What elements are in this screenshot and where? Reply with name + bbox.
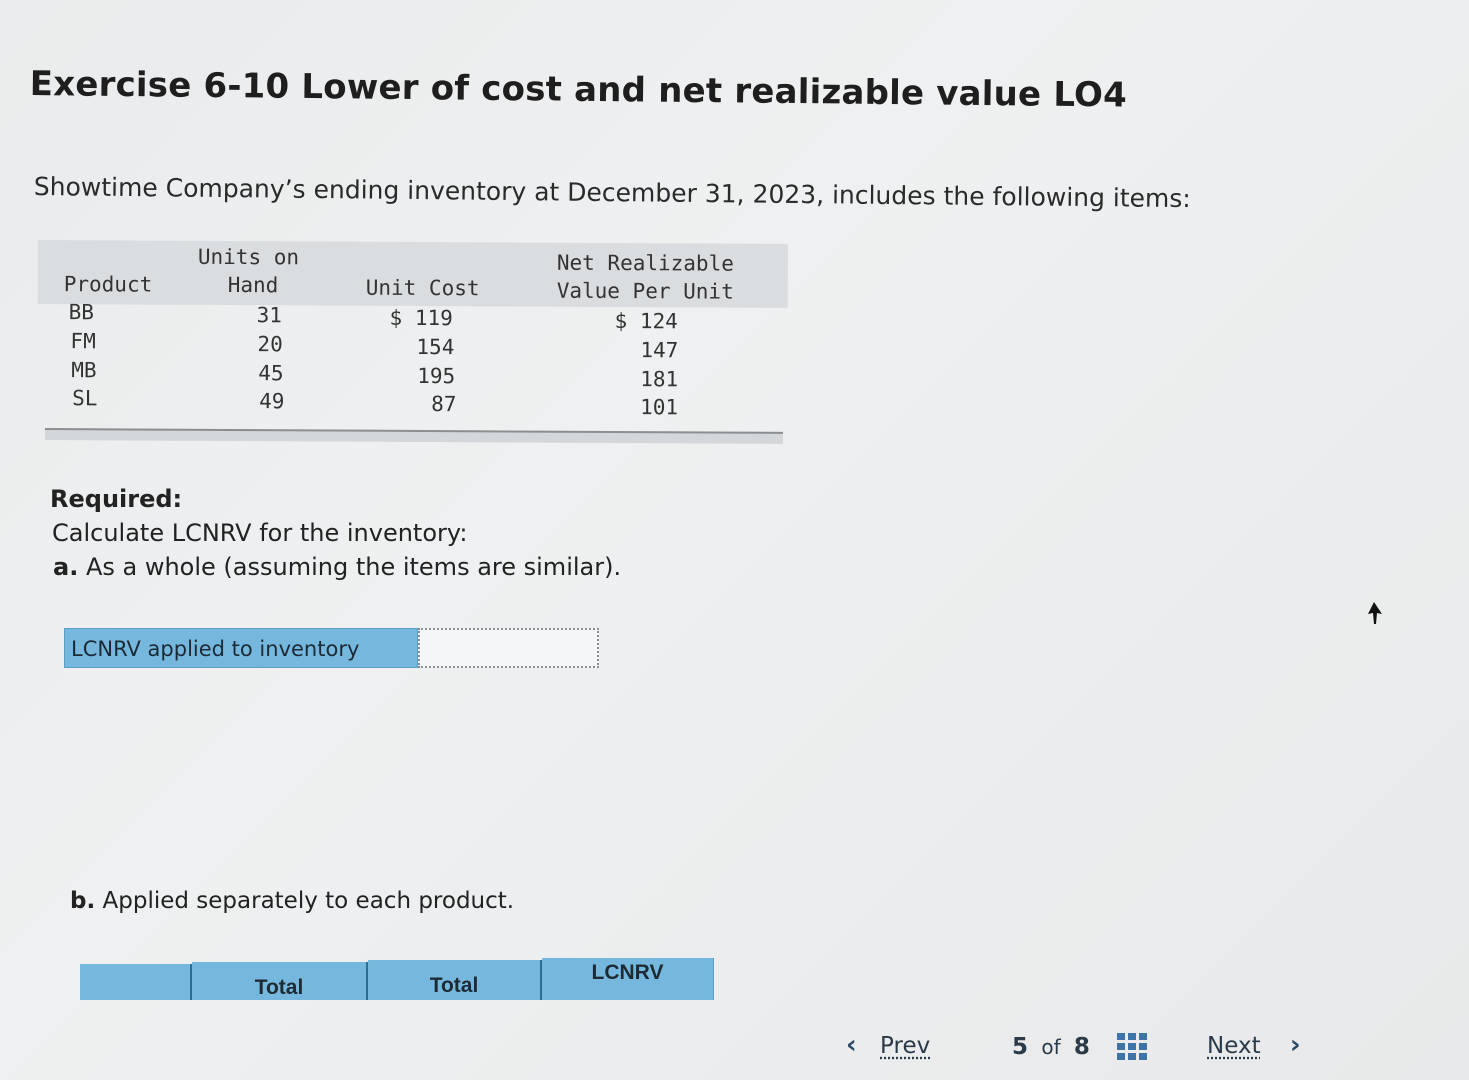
question-grid-icon[interactable]	[1117, 1033, 1147, 1061]
cell-unit-cost: 87	[431, 392, 457, 417]
header-col-product	[80, 964, 192, 1000]
table-bottom-rule	[44, 428, 784, 444]
cell-nrv: $ 124	[614, 309, 678, 334]
part-a-letter: a.	[53, 553, 79, 581]
cell-units: 49	[259, 389, 285, 414]
page-title: Exercise 6-10 Lower of cost and net real…	[29, 64, 1128, 116]
required-label: Required:	[50, 485, 183, 513]
header-lcnrv: LCNRV	[591, 961, 664, 984]
header-col-total-cost: Total	[192, 962, 368, 1000]
header-total-2: Total	[429, 974, 479, 997]
prev-button[interactable]: ‹ Prev	[846, 1030, 930, 1060]
part-b-text: Applied separately to each product.	[95, 888, 515, 914]
prev-label[interactable]: Prev	[880, 1033, 930, 1059]
problem-intro: Showtime Company’s ending inventory at D…	[33, 172, 1191, 214]
next-label[interactable]: Next	[1207, 1033, 1261, 1059]
cell-product: FM	[70, 329, 96, 354]
mouse-cursor-icon	[1368, 602, 1382, 624]
required-section: Required: Calculate LCNRV for the invent…	[50, 482, 621, 584]
chevron-right-icon: ›	[1289, 1030, 1301, 1060]
lcnrv-label: LCNRV applied to inventory	[64, 628, 418, 668]
cell-nrv: 101	[640, 395, 679, 420]
cell-product: BB	[68, 300, 94, 325]
part-b-prompt: b. Applied separately to each product.	[70, 888, 514, 914]
header-nrv-line1: Net Realizable	[556, 250, 734, 276]
cell-unit-cost: $ 119	[389, 305, 453, 331]
header-nrv-line2: Value Per Unit	[556, 278, 734, 304]
lcnrv-answer-input[interactable]	[418, 628, 599, 668]
part-b-table-header: Total Total LCNRV	[80, 958, 714, 1000]
header-col-total-nrv: Total	[368, 960, 542, 1000]
next-button[interactable]: Next ›	[1207, 1030, 1301, 1060]
cell-product: SL	[72, 386, 98, 411]
cell-units: 45	[258, 361, 284, 386]
cell-units: 31	[256, 303, 282, 328]
cell-unit-cost: 195	[417, 363, 456, 389]
page-current: 5	[1012, 1034, 1029, 1060]
cell-nrv: 181	[640, 367, 679, 392]
page-of: of	[1041, 1035, 1061, 1059]
inventory-table: Units on Hand Product Unit Cost Net Real…	[37, 240, 788, 449]
page-total: 8	[1073, 1034, 1090, 1060]
header-units-line2: Hand	[227, 272, 279, 298]
header-total-1: Total	[254, 976, 304, 999]
lcnrv-answer-row: LCNRV applied to inventory	[64, 628, 599, 670]
chevron-left-icon: ‹	[846, 1030, 857, 1060]
page-indicator: 5 of 8	[1012, 1034, 1090, 1060]
cell-product: MB	[71, 358, 97, 383]
required-instruction: Calculate LCNRV for the inventory:	[52, 519, 468, 547]
header-unit-cost: Unit Cost	[365, 275, 480, 301]
cell-units: 20	[257, 332, 283, 357]
part-a-prompt: a. As a whole (assuming the items are si…	[53, 550, 621, 584]
part-b-letter: b.	[70, 888, 96, 914]
header-product: Product	[63, 272, 153, 297]
cell-nrv: 147	[640, 338, 679, 363]
header-col-lcnrv: LCNRV	[542, 958, 714, 1000]
part-a-text: As a whole (assuming the items are simil…	[78, 553, 622, 581]
cell-unit-cost: 154	[416, 334, 455, 360]
header-units-line1: Units on	[197, 244, 300, 270]
